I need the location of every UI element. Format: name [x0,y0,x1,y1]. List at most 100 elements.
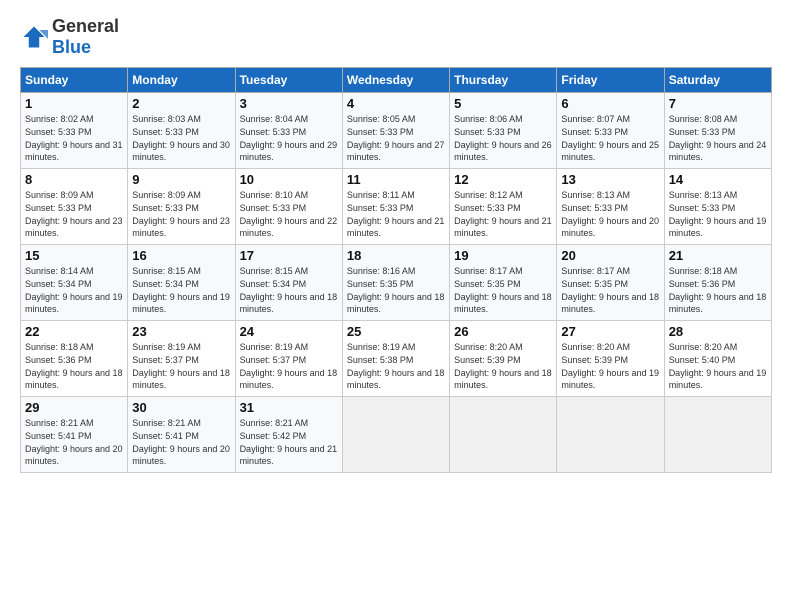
day-number: 2 [132,96,230,111]
week-row-2: 8 Sunrise: 8:09 AMSunset: 5:33 PMDayligh… [21,169,772,245]
day-number: 4 [347,96,445,111]
cell-content: Sunrise: 8:08 AMSunset: 5:33 PMDaylight:… [669,113,767,163]
day-number: 31 [240,400,338,415]
calendar-cell [664,397,771,473]
calendar-cell: 6 Sunrise: 8:07 AMSunset: 5:33 PMDayligh… [557,93,664,169]
cell-content: Sunrise: 8:13 AMSunset: 5:33 PMDaylight:… [561,189,659,239]
week-row-5: 29 Sunrise: 8:21 AMSunset: 5:41 PMDaylig… [21,397,772,473]
day-number: 14 [669,172,767,187]
day-number: 17 [240,248,338,263]
calendar-cell: 13 Sunrise: 8:13 AMSunset: 5:33 PMDaylig… [557,169,664,245]
calendar-cell: 12 Sunrise: 8:12 AMSunset: 5:33 PMDaylig… [450,169,557,245]
cell-content: Sunrise: 8:21 AMSunset: 5:41 PMDaylight:… [132,417,230,467]
cell-content: Sunrise: 8:17 AMSunset: 5:35 PMDaylight:… [454,265,552,315]
day-number: 29 [25,400,123,415]
logo-icon [20,23,48,51]
day-number: 26 [454,324,552,339]
week-row-4: 22 Sunrise: 8:18 AMSunset: 5:36 PMDaylig… [21,321,772,397]
calendar-cell: 22 Sunrise: 8:18 AMSunset: 5:36 PMDaylig… [21,321,128,397]
cell-content: Sunrise: 8:15 AMSunset: 5:34 PMDaylight:… [132,265,230,315]
cell-content: Sunrise: 8:18 AMSunset: 5:36 PMDaylight:… [25,341,123,391]
day-number: 11 [347,172,445,187]
day-number: 25 [347,324,445,339]
cell-content: Sunrise: 8:02 AMSunset: 5:33 PMDaylight:… [25,113,123,163]
cell-content: Sunrise: 8:15 AMSunset: 5:34 PMDaylight:… [240,265,338,315]
cell-content: Sunrise: 8:20 AMSunset: 5:40 PMDaylight:… [669,341,767,391]
calendar-cell: 29 Sunrise: 8:21 AMSunset: 5:41 PMDaylig… [21,397,128,473]
calendar-cell [342,397,449,473]
day-number: 21 [669,248,767,263]
header-cell-monday: Monday [128,68,235,93]
calendar-cell: 1 Sunrise: 8:02 AMSunset: 5:33 PMDayligh… [21,93,128,169]
cell-content: Sunrise: 8:19 AMSunset: 5:37 PMDaylight:… [132,341,230,391]
day-number: 15 [25,248,123,263]
cell-content: Sunrise: 8:07 AMSunset: 5:33 PMDaylight:… [561,113,659,163]
cell-content: Sunrise: 8:17 AMSunset: 5:35 PMDaylight:… [561,265,659,315]
header: General Blue [20,16,772,57]
week-row-1: 1 Sunrise: 8:02 AMSunset: 5:33 PMDayligh… [21,93,772,169]
cell-content: Sunrise: 8:05 AMSunset: 5:33 PMDaylight:… [347,113,445,163]
cell-content: Sunrise: 8:13 AMSunset: 5:33 PMDaylight:… [669,189,767,239]
day-number: 6 [561,96,659,111]
header-cell-friday: Friday [557,68,664,93]
cell-content: Sunrise: 8:09 AMSunset: 5:33 PMDaylight:… [132,189,230,239]
calendar-cell: 19 Sunrise: 8:17 AMSunset: 5:35 PMDaylig… [450,245,557,321]
cell-content: Sunrise: 8:21 AMSunset: 5:42 PMDaylight:… [240,417,338,467]
calendar-cell: 15 Sunrise: 8:14 AMSunset: 5:34 PMDaylig… [21,245,128,321]
day-number: 8 [25,172,123,187]
day-number: 20 [561,248,659,263]
calendar-cell: 3 Sunrise: 8:04 AMSunset: 5:33 PMDayligh… [235,93,342,169]
day-number: 18 [347,248,445,263]
header-cell-tuesday: Tuesday [235,68,342,93]
day-number: 16 [132,248,230,263]
calendar-cell: 27 Sunrise: 8:20 AMSunset: 5:39 PMDaylig… [557,321,664,397]
cell-content: Sunrise: 8:19 AMSunset: 5:37 PMDaylight:… [240,341,338,391]
header-row: SundayMondayTuesdayWednesdayThursdayFrid… [21,68,772,93]
calendar-cell: 14 Sunrise: 8:13 AMSunset: 5:33 PMDaylig… [664,169,771,245]
day-number: 13 [561,172,659,187]
header-cell-thursday: Thursday [450,68,557,93]
logo-text: General Blue [52,16,119,57]
calendar-cell: 10 Sunrise: 8:10 AMSunset: 5:33 PMDaylig… [235,169,342,245]
day-number: 10 [240,172,338,187]
cell-content: Sunrise: 8:12 AMSunset: 5:33 PMDaylight:… [454,189,552,239]
calendar-cell: 9 Sunrise: 8:09 AMSunset: 5:33 PMDayligh… [128,169,235,245]
day-number: 23 [132,324,230,339]
cell-content: Sunrise: 8:09 AMSunset: 5:33 PMDaylight:… [25,189,123,239]
calendar-cell: 24 Sunrise: 8:19 AMSunset: 5:37 PMDaylig… [235,321,342,397]
day-number: 24 [240,324,338,339]
calendar-cell: 25 Sunrise: 8:19 AMSunset: 5:38 PMDaylig… [342,321,449,397]
day-number: 19 [454,248,552,263]
day-number: 5 [454,96,552,111]
cell-content: Sunrise: 8:19 AMSunset: 5:38 PMDaylight:… [347,341,445,391]
day-number: 28 [669,324,767,339]
calendar-cell: 23 Sunrise: 8:19 AMSunset: 5:37 PMDaylig… [128,321,235,397]
logo: General Blue [20,16,119,57]
calendar-cell [450,397,557,473]
day-number: 9 [132,172,230,187]
calendar-cell: 31 Sunrise: 8:21 AMSunset: 5:42 PMDaylig… [235,397,342,473]
header-cell-sunday: Sunday [21,68,128,93]
cell-content: Sunrise: 8:16 AMSunset: 5:35 PMDaylight:… [347,265,445,315]
calendar-table: SundayMondayTuesdayWednesdayThursdayFrid… [20,67,772,473]
cell-content: Sunrise: 8:21 AMSunset: 5:41 PMDaylight:… [25,417,123,467]
cell-content: Sunrise: 8:11 AMSunset: 5:33 PMDaylight:… [347,189,445,239]
calendar-cell: 17 Sunrise: 8:15 AMSunset: 5:34 PMDaylig… [235,245,342,321]
cell-content: Sunrise: 8:06 AMSunset: 5:33 PMDaylight:… [454,113,552,163]
calendar-cell: 2 Sunrise: 8:03 AMSunset: 5:33 PMDayligh… [128,93,235,169]
cell-content: Sunrise: 8:14 AMSunset: 5:34 PMDaylight:… [25,265,123,315]
calendar-cell: 30 Sunrise: 8:21 AMSunset: 5:41 PMDaylig… [128,397,235,473]
header-cell-saturday: Saturday [664,68,771,93]
day-number: 1 [25,96,123,111]
cell-content: Sunrise: 8:03 AMSunset: 5:33 PMDaylight:… [132,113,230,163]
calendar-cell: 18 Sunrise: 8:16 AMSunset: 5:35 PMDaylig… [342,245,449,321]
calendar-cell: 5 Sunrise: 8:06 AMSunset: 5:33 PMDayligh… [450,93,557,169]
day-number: 22 [25,324,123,339]
day-number: 7 [669,96,767,111]
cell-content: Sunrise: 8:20 AMSunset: 5:39 PMDaylight:… [561,341,659,391]
cell-content: Sunrise: 8:10 AMSunset: 5:33 PMDaylight:… [240,189,338,239]
day-number: 30 [132,400,230,415]
calendar-cell: 7 Sunrise: 8:08 AMSunset: 5:33 PMDayligh… [664,93,771,169]
day-number: 27 [561,324,659,339]
day-number: 3 [240,96,338,111]
